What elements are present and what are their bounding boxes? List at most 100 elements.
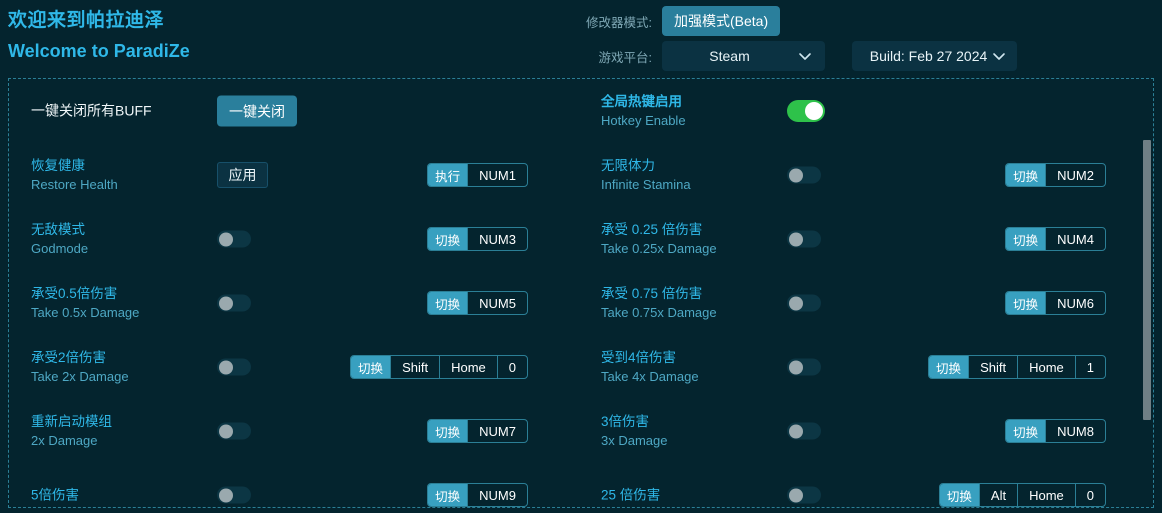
cheat-toggle[interactable]	[787, 422, 821, 440]
cheat-label-en: Take 0.75x Damage	[601, 305, 717, 320]
cheat-row: 恢复健康 Restore Health 应用 执行 NUM1 无限体力 Infinite S…	[9, 143, 1153, 207]
hotkey-action-label: 切换	[1006, 292, 1046, 314]
cheat-toggle[interactable]	[787, 358, 821, 376]
hotkey-key[interactable]: NUM6	[1045, 292, 1105, 314]
hotkey-key[interactable]: NUM9	[467, 484, 527, 506]
cheat-row: 重新启动模组 2x Damage 切换 NUM7 3倍伤害 3x Damage 切换 NUM8	[9, 399, 1153, 463]
hotkey-binding[interactable]: 切换 NUM9	[427, 483, 528, 507]
hotkey-action-label: 切换	[929, 356, 969, 378]
cheat-cell-left: 无敌模式 Godmode 切换 NUM3	[9, 207, 582, 271]
platform-dropdown-value: Steam	[709, 48, 750, 64]
toggle-knob	[788, 232, 803, 246]
cheat-toggle[interactable]	[217, 230, 251, 248]
cheat-labels: 承受 0.25 倍伤害 Take 0.25x Damage	[601, 220, 717, 258]
cheat-row: 一键关闭所有BUFF 一键关闭 全局热键启用 Hotkey Enable	[9, 79, 1153, 143]
hotkey-binding[interactable]: 切换 NUM4	[1005, 227, 1106, 251]
cheat-cell-right: 承受 0.25 倍伤害 Take 0.25x Damage 切换 NUM4	[589, 207, 1153, 271]
cheat-toggle[interactable]	[787, 486, 821, 504]
cheat-cell-left: 5倍伤害 切换 NUM9	[9, 463, 582, 507]
cheat-labels: 3倍伤害 3x Damage	[601, 412, 667, 450]
hotkey-action-label: 切换	[428, 292, 468, 314]
hotkey-binding[interactable]: 切换 NUM2	[1005, 163, 1106, 187]
hotkey-key[interactable]: Home	[1017, 484, 1075, 506]
cheat-toggle[interactable]	[217, 294, 251, 312]
page-title-cn: 欢迎来到帕拉迪泽	[8, 10, 165, 31]
cheat-control	[787, 230, 821, 248]
hotkey-binding[interactable]: 切换 NUM5	[427, 291, 528, 315]
hotkey-binding[interactable]: 切换 NUM8	[1005, 419, 1106, 443]
cheat-label-cn: 全局热键启用	[601, 94, 682, 109]
hotkey-action-label: 切换	[1006, 228, 1046, 250]
hotkey-binding[interactable]: 切换 NUM3	[427, 227, 528, 251]
hotkey-key[interactable]: 1	[1074, 356, 1105, 378]
cheat-label-en: Restore Health	[31, 177, 118, 192]
cheat-toggle[interactable]	[787, 294, 821, 312]
toggle-knob	[218, 232, 233, 246]
hotkey-key[interactable]: Home	[1017, 356, 1075, 378]
cheat-row: 承受2倍伤害 Take 2x Damage 切换 Shift Home 0 受到4倍伤害 Ta…	[9, 335, 1153, 399]
hotkey-action-label: 切换	[428, 420, 468, 442]
cheat-control: 一键关闭	[217, 95, 297, 127]
cheat-toggle[interactable]	[217, 486, 251, 504]
cheat-toggle[interactable]	[787, 166, 821, 184]
build-dropdown[interactable]: Build: Feb 27 2024	[852, 41, 1017, 71]
cheat-label-cn: 受到4倍伤害	[601, 350, 677, 365]
hotkey-key[interactable]: NUM3	[467, 228, 527, 250]
hotkey-key[interactable]: NUM2	[1045, 164, 1105, 186]
hotkey-action-label: 切换	[1006, 164, 1046, 186]
trainer-mode-button[interactable]: 加强模式(Beta)	[662, 6, 781, 36]
cheat-control	[217, 358, 251, 376]
hotkey-key[interactable]: Shift	[390, 356, 439, 378]
cheat-cell-left: 一键关闭所有BUFF 一键关闭	[9, 79, 582, 143]
cheat-labels: 恢复健康 Restore Health	[31, 156, 118, 194]
cheat-toggle[interactable]	[787, 100, 825, 122]
cheat-cell-left: 承受2倍伤害 Take 2x Damage 切换 Shift Home 0	[9, 335, 582, 399]
cheat-cell-right: 承受 0.75 倍伤害 Take 0.75x Damage 切换 NUM6	[589, 271, 1153, 335]
cheat-label-en: 3x Damage	[601, 433, 668, 448]
cheat-labels: 受到4倍伤害 Take 4x Damage	[601, 348, 699, 386]
hotkey-key[interactable]: 0	[496, 356, 527, 378]
cheat-labels: 重新启动模组 2x Damage	[31, 412, 112, 450]
hotkey-binding[interactable]: 切换 NUM7	[427, 419, 528, 443]
cheat-cell-right: 全局热键启用 Hotkey Enable	[589, 79, 1153, 143]
cheat-control: 应用	[217, 162, 268, 188]
hotkey-key[interactable]: Shift	[968, 356, 1017, 378]
build-dropdown-value: Build: Feb 27 2024	[869, 48, 988, 64]
chevron-down-icon	[797, 48, 813, 64]
cheat-labels: 5倍伤害	[31, 486, 79, 505]
hotkey-binding[interactable]: 切换 NUM6	[1005, 291, 1106, 315]
hotkey-binding[interactable]: 切换 Shift Home 0	[350, 355, 528, 379]
hotkey-key[interactable]: Alt	[978, 484, 1017, 506]
hotkey-key[interactable]: 0	[1074, 484, 1105, 506]
hotkey-action-label: 切换	[428, 484, 468, 506]
cheat-control	[787, 166, 821, 184]
hotkey-binding[interactable]: 执行 NUM1	[427, 163, 528, 187]
cheat-label-cn: 3倍伤害	[601, 414, 650, 429]
hotkey-key[interactable]: NUM5	[467, 292, 527, 314]
hotkey-key[interactable]: NUM1	[467, 164, 527, 186]
title-block: 欢迎来到帕拉迪泽 Welcome to ParadiZe	[8, 8, 190, 64]
cheat-control	[217, 230, 251, 248]
panel-scrollbar[interactable]	[1142, 80, 1152, 507]
hotkey-key[interactable]: Home	[439, 356, 497, 378]
hotkey-binding[interactable]: 切换 Alt Home 0	[938, 483, 1106, 507]
toggle-knob	[788, 168, 803, 182]
cheat-toggle[interactable]	[217, 358, 251, 376]
cheat-toggle[interactable]	[217, 422, 251, 440]
cheat-labels: 无敌模式 Godmode	[31, 220, 88, 258]
platform-dropdown[interactable]: Steam	[662, 41, 825, 71]
cheat-label-cn: 一键关闭所有BUFF	[31, 102, 152, 119]
hotkey-key[interactable]: NUM7	[467, 420, 527, 442]
chevron-down-icon	[991, 48, 1007, 64]
apply-button[interactable]: 应用	[217, 162, 268, 188]
hotkey-key[interactable]: NUM8	[1045, 420, 1105, 442]
cheat-label-en: Take 2x Damage	[31, 369, 129, 384]
cheat-labels: 无限体力 Infinite Stamina	[601, 156, 691, 194]
close-all-buffs-button[interactable]: 一键关闭	[217, 95, 297, 127]
toggle-knob	[218, 424, 233, 438]
cheat-toggle[interactable]	[787, 230, 821, 248]
hotkey-key[interactable]: NUM4	[1045, 228, 1105, 250]
hotkey-binding[interactable]: 切换 Shift Home 1	[928, 355, 1106, 379]
panel-scrollbar-thumb[interactable]	[1143, 140, 1151, 420]
toggle-knob	[805, 102, 823, 120]
